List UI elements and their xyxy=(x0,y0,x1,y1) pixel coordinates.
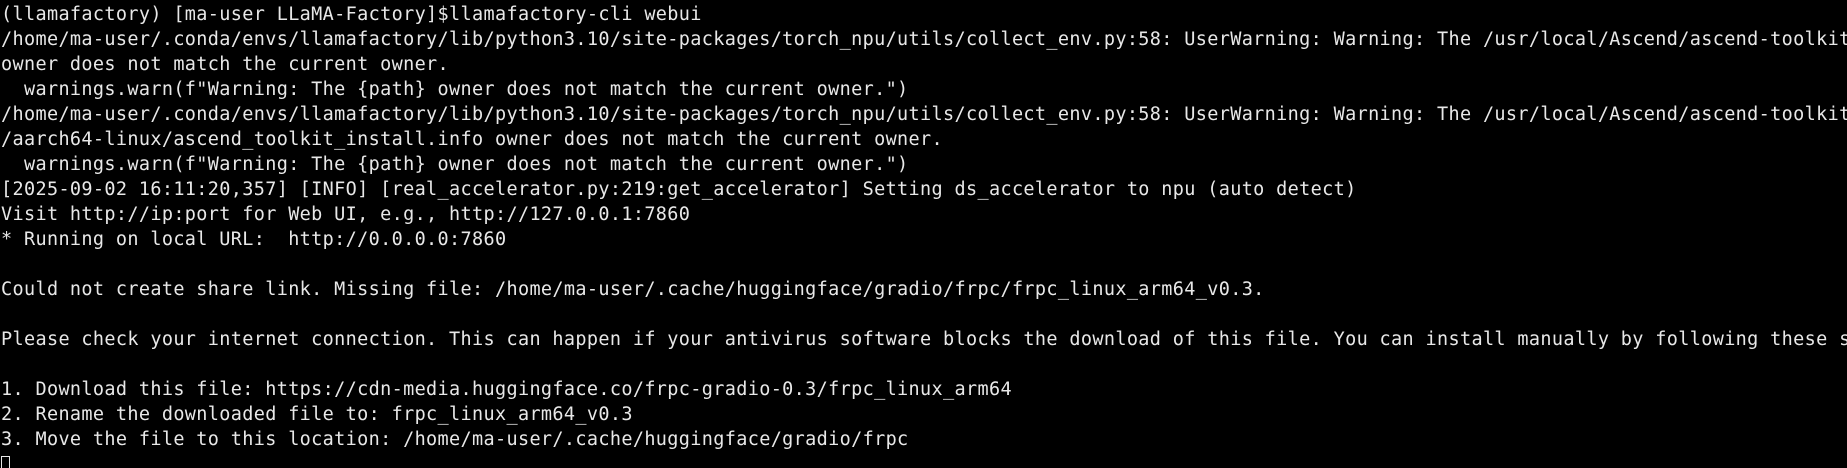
terminal-line-step-3: 3. Move the file to this location: /home… xyxy=(1,429,909,450)
terminal-line-share-link-error: Could not create share link. Missing fil… xyxy=(1,279,1265,300)
terminal-line-visit-url: Visit http://ip:port for Web UI, e.g., h… xyxy=(1,204,691,225)
terminal-line-running-local-url: * Running on local URL: http://0.0.0.0:7… xyxy=(1,229,507,250)
terminal-line-info-accelerator: [2025-09-02 16:11:20,357] [INFO] [real_a… xyxy=(1,179,1357,200)
terminal-line-warning-2: /home/ma-user/.conda/envs/llamafactory/l… xyxy=(1,104,1847,125)
terminal-line-warnings-warn-2: warnings.warn(f"Warning: The {path} owne… xyxy=(1,154,909,175)
terminal-line-step-1: 1. Download this file: https://cdn-media… xyxy=(1,379,1012,400)
terminal-cursor xyxy=(1,456,10,468)
terminal-window[interactable]: (llamafactory) [ma-user LLaMA-Factory]$l… xyxy=(0,0,1847,468)
terminal-line-warning-2-cont: /aarch64-linux/ascend_toolkit_install.in… xyxy=(1,129,944,150)
terminal-line-prompt-command: (llamafactory) [ma-user LLaMA-Factory]$l… xyxy=(1,4,702,25)
terminal-line-check-connection: Please check your internet connection. T… xyxy=(1,329,1847,350)
terminal-line-step-2: 2. Rename the downloaded file to: frpc_l… xyxy=(1,404,633,425)
terminal-line-warning-1: /home/ma-user/.conda/envs/llamafactory/l… xyxy=(1,29,1847,50)
terminal-line-warning-1-cont: owner does not match the current owner. xyxy=(1,54,450,75)
terminal-line-warnings-warn-1: warnings.warn(f"Warning: The {path} owne… xyxy=(1,79,909,100)
